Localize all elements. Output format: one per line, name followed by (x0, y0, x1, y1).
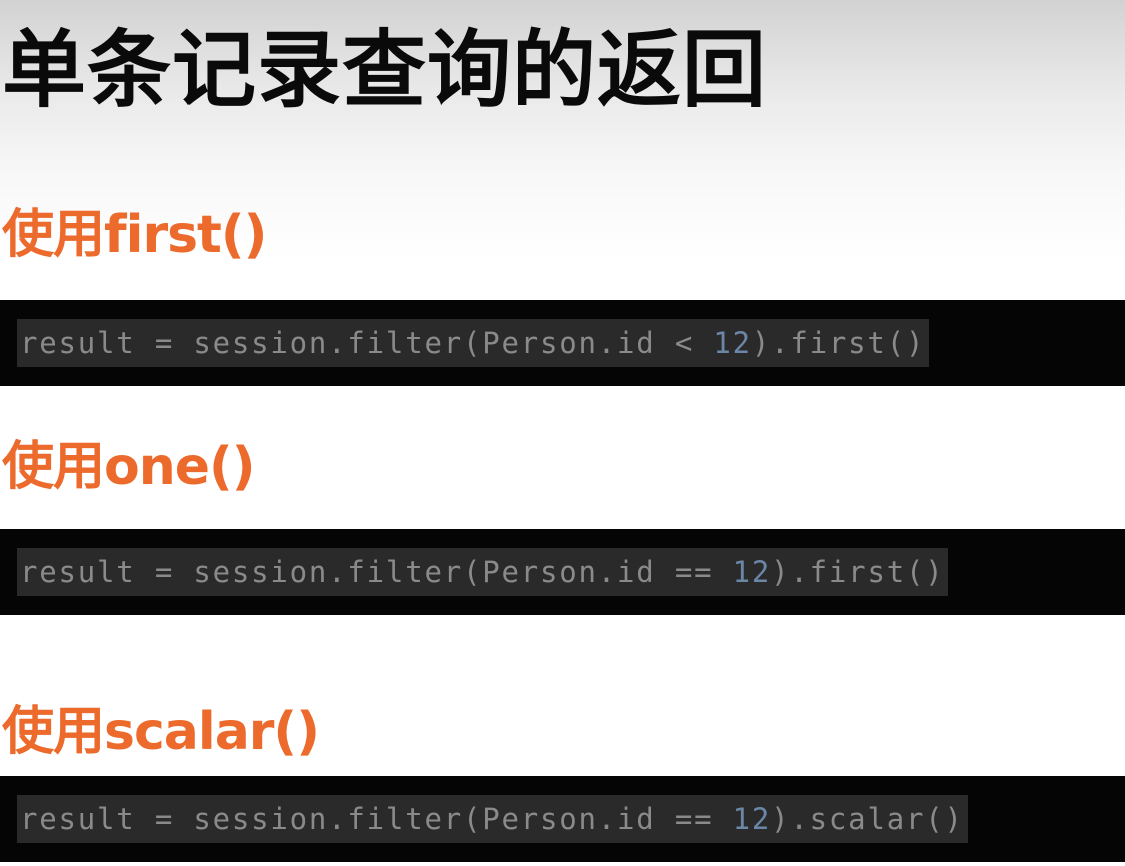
section-heading-scalar: 使用scalar() (2, 702, 320, 762)
code-number: 12 (732, 555, 772, 589)
code-text: ).first() (771, 555, 945, 589)
code-line-first: result = session.filter(Person.id < 12).… (17, 319, 930, 367)
code-number: 12 (713, 326, 752, 360)
slide-title: 单条记录查询的返回 (2, 21, 768, 119)
code-text: ).first() (751, 326, 926, 360)
code-block-one: result = session.filter(Person.id == 12)… (0, 529, 1125, 615)
code-line-one: result = session.filter(Person.id == 12)… (17, 548, 949, 596)
code-block-first: result = session.filter(Person.id < 12).… (0, 300, 1125, 386)
section-heading-first: 使用first() (2, 205, 267, 265)
code-text: result = session.filter(Person.id == (20, 555, 733, 589)
code-line-scalar: result = session.filter(Person.id == 12)… (17, 795, 968, 843)
code-text: result = session.filter(Person.id < (20, 326, 714, 360)
code-block-scalar: result = session.filter(Person.id == 12)… (0, 776, 1125, 862)
code-text: result = session.filter(Person.id == (20, 802, 733, 836)
section-heading-one: 使用one() (2, 437, 256, 497)
code-number: 12 (732, 802, 772, 836)
code-text: ).scalar() (771, 802, 964, 836)
